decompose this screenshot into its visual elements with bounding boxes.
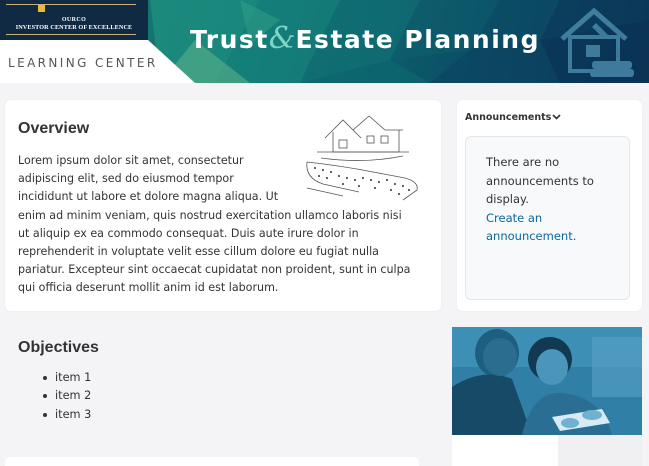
next-widget — [5, 457, 419, 466]
learning-center-label: LEARNING CENTER — [8, 56, 158, 70]
course-title: Trust&Estate Planning — [190, 21, 540, 56]
house-hammer-icon — [560, 7, 634, 77]
chevron-down-icon[interactable] — [552, 114, 561, 120]
brand-logo[interactable]: OURCO INVESTOR CENTER OF EXCELLENCE — [0, 0, 148, 40]
empty-text: There are no announcements to display. — [486, 155, 594, 206]
announcements-heading[interactable]: Announcements — [465, 112, 551, 123]
list-item: item 1 — [40, 369, 91, 387]
title-part-1: Trust — [190, 25, 269, 54]
overview-text: Lorem ipsum dolor sit amet, consectetur … — [18, 152, 413, 298]
logo-subtitle: INVESTOR CENTER OF EXCELLENCE — [15, 24, 133, 31]
logo-name: OURCO — [61, 17, 87, 23]
announcements-widget: Announcements There are no announcements… — [457, 100, 642, 311]
couple-reviewing-tablet-photo — [452, 327, 642, 435]
title-part-2: Estate Planning — [295, 25, 540, 54]
list-item: item 3 — [40, 406, 91, 424]
announcements-empty-state: There are no announcements to display. C… — [465, 136, 630, 300]
objectives-heading: Objectives — [18, 339, 99, 356]
overview-heading: Overview — [18, 120, 90, 137]
list-item: item 2 — [40, 387, 91, 405]
create-announcement-link[interactable]: Create an announcement. — [486, 209, 613, 246]
overview-widget: Overview Lorem ipsum dolor sit amet, con… — [5, 100, 441, 311]
course-banner: OURCO INVESTOR CENTER OF EXCELLENCE LEAR… — [0, 0, 649, 83]
title-ampersand: & — [268, 21, 296, 56]
objectives-list: item 1 item 2 item 3 — [40, 369, 91, 424]
logo-mark-icon — [38, 5, 45, 12]
